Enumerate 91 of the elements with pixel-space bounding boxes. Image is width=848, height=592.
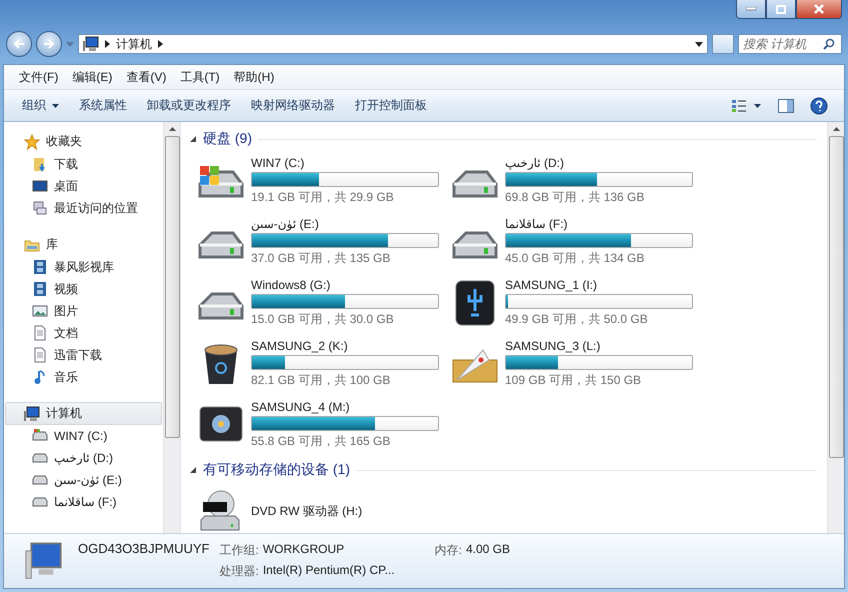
free-space-text: 45.0 GB 可用，共 134 GB	[505, 250, 646, 266]
computer-icon	[24, 406, 40, 422]
left-arrow-icon	[13, 39, 25, 49]
drive-name[interactable]: ئۈن-سىن (E:)	[251, 216, 439, 230]
address-field[interactable]: 计算机	[78, 34, 708, 54]
free-space-text: 37.0 GB 可用，共 135 GB	[251, 250, 392, 266]
menu-item[interactable]: 编辑(E)	[67, 66, 118, 88]
toolbar-button[interactable]: 组织	[12, 94, 69, 117]
detail-label: 工作组:	[219, 542, 259, 559]
caret-icon[interactable]	[695, 42, 703, 46]
toolbar-button[interactable]: 系统属性	[69, 94, 137, 117]
section-heading: 硬盘 (9)	[203, 130, 252, 148]
menu-item[interactable]: 文件(F)	[14, 66, 64, 88]
close-icon	[814, 4, 824, 14]
chevron-icon	[158, 40, 163, 48]
nav-item[interactable]: 视频	[4, 278, 163, 300]
maximize-icon	[776, 4, 786, 14]
toolbar-button[interactable]: 卸载或更改程序	[137, 94, 241, 117]
scroll-up-icon[interactable]	[832, 127, 840, 131]
help-icon[interactable]	[810, 96, 828, 114]
menu-item[interactable]: 查看(V)	[121, 66, 172, 88]
refresh-button[interactable]	[712, 34, 734, 54]
drive-name[interactable]: ئارخىپ (D:)	[505, 156, 693, 170]
free-space-text: 109 GB 可用，共 150 GB	[505, 372, 642, 388]
drive-name[interactable]: ساقلانما (F:)	[505, 216, 693, 230]
collapse-icon[interactable]	[189, 466, 197, 474]
computer-name: OGD43O3BJPMUUYF	[78, 540, 210, 556]
drive-name[interactable]: WIN7 (C:)	[251, 156, 439, 170]
star-icon	[24, 134, 40, 150]
breadcrumb[interactable]: 计算机	[116, 36, 152, 52]
document-icon	[32, 325, 48, 341]
nav-item[interactable]: 下载	[4, 153, 163, 175]
nav-group[interactable]: 库	[5, 233, 162, 256]
film-icon	[32, 259, 48, 275]
nav-item[interactable]: ئۈن-سىن (E:)	[4, 469, 163, 491]
nav-group[interactable]: 计算机	[5, 402, 162, 425]
preview-pane-icon[interactable]	[778, 98, 794, 112]
toolbar-button[interactable]: 打开控制面板	[345, 94, 437, 117]
picture-icon	[32, 303, 48, 319]
nav-item[interactable]: 迅雷下载	[4, 344, 163, 366]
drive-name[interactable]: DVD RW 驱动器 (H:)	[251, 503, 362, 520]
drive-name[interactable]: SAMSUNG_4 (M:)	[251, 400, 439, 414]
toolbar-button[interactable]: 映射网络驱动器	[241, 94, 345, 117]
forward-button[interactable]	[36, 31, 62, 57]
detail-value: 4.00 GB	[466, 542, 510, 558]
document-icon	[32, 347, 48, 363]
menu-item[interactable]: 工具(T)	[175, 66, 225, 88]
nav-item[interactable]: ئارخىپ (D:)	[4, 447, 163, 469]
nav-item[interactable]: ساقلانما (F:)	[4, 491, 163, 513]
section-heading: 有可移动存储的设备 (1)	[203, 461, 350, 479]
nav-item[interactable]: 音乐	[4, 366, 163, 388]
free-space-text: 69.8 GB 可用，共 136 GB	[505, 188, 646, 206]
drive-name[interactable]: SAMSUNG_1 (I:)	[505, 278, 693, 292]
free-space-text: 19.1 GB 可用，共 29.9 GB	[251, 188, 395, 206]
minimize-icon	[746, 7, 756, 11]
free-space-text: 15.0 GB 可用，共 30.0 GB	[251, 310, 395, 328]
nav-item[interactable]: 文档	[4, 322, 163, 344]
computer-icon	[83, 36, 99, 52]
scrollbar[interactable]	[827, 122, 844, 533]
monitor-icon	[32, 178, 48, 194]
detail-label: 内存:	[434, 542, 462, 559]
free-space-text: 49.9 GB 可用，共 50.0 GB	[505, 310, 649, 328]
maximize-button[interactable]	[766, 0, 796, 19]
back-button[interactable]	[6, 31, 32, 57]
minimize-button[interactable]	[736, 0, 766, 19]
scroll-up-icon[interactable]	[168, 127, 176, 131]
right-arrow-icon	[43, 39, 55, 49]
nav-item[interactable]: 最近访问的位置	[4, 197, 163, 219]
film-icon	[32, 281, 48, 297]
recent-icon	[32, 200, 48, 216]
detail-value: Intel(R) Pentium(R) CP...	[262, 563, 395, 579]
detail-value: WORKGROUP	[262, 542, 344, 558]
nav-item[interactable]: 图片	[4, 300, 163, 322]
drive-name[interactable]: SAMSUNG_3 (L:)	[505, 338, 693, 352]
nav-item[interactable]: 暴风影视库	[4, 256, 163, 278]
detail-label: 处理器:	[219, 563, 259, 580]
menu-item[interactable]: 帮助(H)	[228, 66, 280, 88]
drive-name[interactable]: Windows8 (G:)	[251, 278, 439, 292]
search-icon	[823, 38, 835, 50]
scrollbar[interactable]	[163, 122, 180, 533]
view-options-icon[interactable]	[732, 98, 762, 112]
chevron-icon	[105, 40, 110, 48]
free-space-text: 55.8 GB 可用，共 165 GB	[251, 432, 392, 450]
free-space-text: 82.1 GB 可用，共 100 GB	[251, 372, 392, 388]
search-field[interactable]: 搜索 计算机	[738, 34, 842, 54]
nav-group[interactable]: 收藏夹	[5, 130, 162, 153]
collapse-icon[interactable]	[189, 135, 197, 143]
close-button[interactable]	[796, 0, 842, 19]
drive-name[interactable]: SAMSUNG_2 (K:)	[251, 338, 439, 352]
nav-item[interactable]: 桌面	[4, 175, 163, 197]
nav-item[interactable]: WIN7 (C:)	[4, 425, 163, 447]
